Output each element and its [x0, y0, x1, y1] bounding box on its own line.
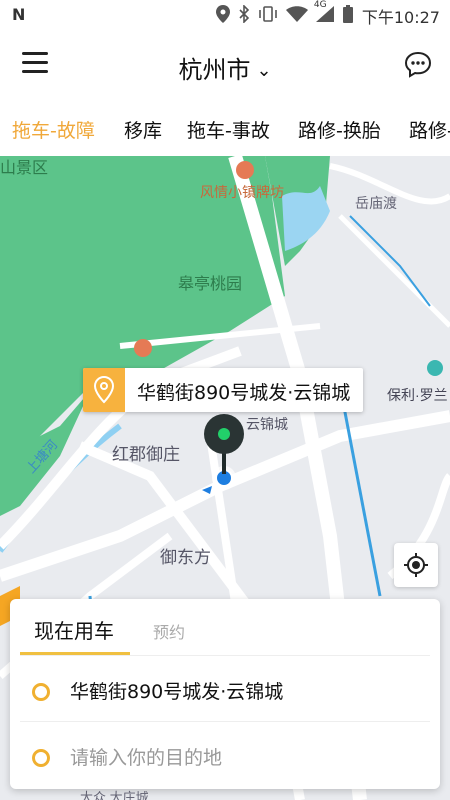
callout-address: 华鹤街890号城发·云锦城	[137, 382, 351, 404]
map-label-baoli: 保利·罗兰	[387, 387, 448, 403]
location-callout[interactable]: 华鹤街890号城发·云锦城	[83, 368, 363, 412]
origin-dot-icon	[32, 683, 50, 701]
poi-marker-2	[134, 339, 152, 357]
service-tabs: 拖车-故障 移库 拖车-事故 路修-换胎 路修-	[0, 100, 450, 156]
tab-reserve[interactable]: 预约	[153, 619, 185, 643]
location-pin-icon	[83, 368, 125, 412]
city-selector[interactable]: 杭州市 ⌄	[0, 50, 450, 85]
tab-tow-breakdown[interactable]: 拖车-故障	[12, 116, 95, 143]
network-type: 4G	[313, 0, 327, 10]
map-label-shanjingqu: 山景区	[0, 159, 48, 177]
divider	[20, 655, 430, 656]
map-label-gaoting: 皋亭桃园	[178, 275, 242, 293]
cell-signal-icon: 4G	[314, 0, 334, 26]
map-label-bottom: 大众 大庄城	[80, 790, 149, 800]
tab-now[interactable]: 现在用车	[34, 615, 114, 644]
booking-panel: 现在用车 预约 华鹤街890号城发·云锦城 请输入你的目的地	[10, 599, 440, 789]
origin-field[interactable]: 华鹤街890号城发·云锦城	[70, 677, 283, 704]
status-icons: 4G 下午10:27	[215, 0, 440, 28]
bluetooth-icon	[238, 4, 250, 27]
chevron-down-icon: ⌄	[256, 60, 272, 81]
wifi-icon	[285, 6, 308, 26]
tab-road-tire[interactable]: 路修-换胎	[298, 116, 381, 143]
map-label-yudongfang: 御东方	[160, 548, 211, 567]
battery-icon	[342, 5, 354, 27]
divider	[20, 721, 430, 722]
map-label-yuemiao: 岳庙渡	[355, 195, 397, 211]
city-name: 杭州市	[178, 56, 251, 84]
destination-input[interactable]: 请输入你的目的地	[70, 743, 222, 770]
tab-move[interactable]: 移库	[124, 116, 162, 143]
location-status-icon	[215, 5, 230, 27]
chat-bubble-icon[interactable]	[404, 50, 432, 78]
vibrate-icon	[258, 5, 278, 27]
tab-road-more[interactable]: 路修-	[409, 116, 450, 143]
destination-dot-icon	[32, 749, 50, 767]
carrier-logo-icon: N	[12, 5, 26, 24]
target-icon	[404, 553, 428, 577]
tab-tow-accident[interactable]: 拖车-事故	[187, 116, 270, 143]
map-label-hongjun: 红郡御庄	[112, 445, 180, 464]
app-header: 杭州市 ⌄	[0, 32, 450, 100]
clock: 下午10:27	[361, 8, 440, 27]
poi-marker-fengqing	[236, 161, 254, 179]
poi-marker-baoli	[427, 360, 443, 376]
map-label-fengqing: 风情小镇牌坊	[200, 184, 284, 200]
status-bar: N 4G 下午10:27	[0, 0, 450, 32]
locate-button[interactable]	[394, 543, 438, 587]
map-label-yunjin: 云锦城	[246, 416, 288, 432]
